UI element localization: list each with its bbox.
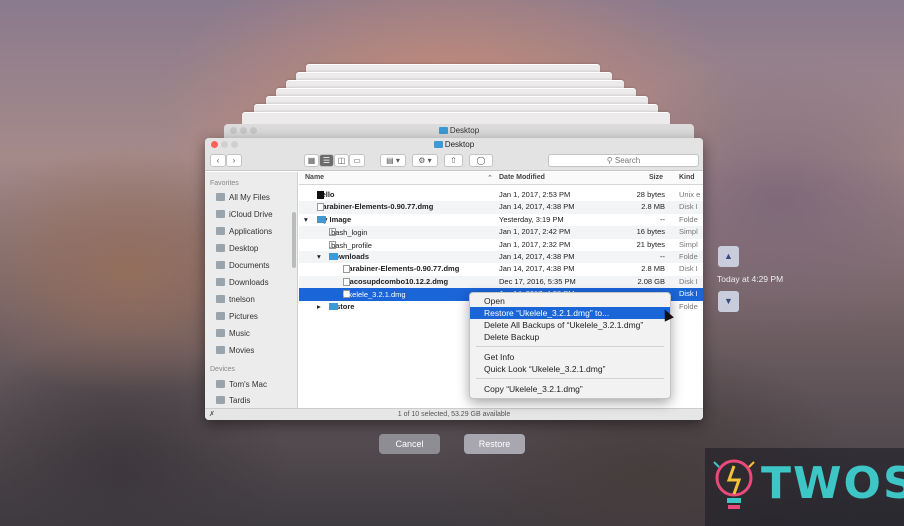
sidebar: Favorites All My Files iCloud Drive Appl… xyxy=(205,172,298,408)
column-header: Name ⌃ Date Modified Size Kind xyxy=(299,172,703,185)
sidebar-item-toms-mac[interactable]: Tom's Mac xyxy=(216,380,267,389)
menu-item-get-info[interactable]: Get Info xyxy=(470,351,670,363)
sidebar-item-applications[interactable]: Applications xyxy=(216,227,272,236)
restore-button[interactable]: Restore xyxy=(464,434,525,454)
search-input[interactable]: ⚲ Search xyxy=(548,154,699,167)
applications-icon xyxy=(216,227,225,235)
column-view-button[interactable]: ◫ xyxy=(334,154,349,167)
minimize-button[interactable] xyxy=(221,141,228,148)
folder-icon xyxy=(329,253,338,260)
toolbar: ‹ › ▦ ☰ ◫ ▭ ▤ ▾ ⚙ ▾ ⇧ ◯ ⚲ Search xyxy=(205,152,703,171)
search-icon: ⚲ xyxy=(606,156,613,165)
arrange-button[interactable]: ▤ ▾ xyxy=(380,154,406,167)
menu-separator xyxy=(476,346,664,347)
table-row[interactable]: macosupdcombo10.12.2.dmg Dec 17, 2016, 5… xyxy=(299,275,703,289)
music-icon xyxy=(216,329,225,337)
cancel-button[interactable]: Cancel xyxy=(379,434,440,454)
disk-icon xyxy=(216,396,225,404)
cover-flow-button[interactable]: ▭ xyxy=(349,154,365,167)
tag-icon[interactable]: ◯ xyxy=(469,154,493,167)
table-row[interactable]: .bash_login Jan 1, 2017, 2:42 PM 16 bytes… xyxy=(299,226,703,239)
timeline-date-label: Today at 4:29 PM xyxy=(717,274,784,284)
icon-view-button[interactable]: ▦ xyxy=(304,154,319,167)
folder-icon xyxy=(433,141,443,148)
back-window-titlebar[interactable]: Desktop xyxy=(224,124,694,138)
sidebar-item-home[interactable]: tnelson xyxy=(216,295,255,304)
cloud-icon xyxy=(216,210,225,218)
disclosure-triangle-icon[interactable]: ▾ xyxy=(304,215,308,224)
forward-nav-button[interactable]: › xyxy=(226,154,242,167)
menu-separator xyxy=(476,378,664,379)
pictures-icon xyxy=(216,312,225,320)
gear-icon[interactable]: ⚙ ▾ xyxy=(412,154,438,167)
sidebar-item-all-my-files[interactable]: All My Files xyxy=(216,193,270,202)
zoom-button[interactable] xyxy=(231,141,238,148)
sidebar-item-downloads[interactable]: Downloads xyxy=(216,278,269,287)
table-row[interactable]: Karabiner-Elements-0.90.77.dmg Jan 14, 2… xyxy=(299,263,703,275)
back-window-title: Desktop xyxy=(449,126,480,135)
menu-item-delete-backup[interactable]: Delete Backup xyxy=(470,331,670,343)
window-title: Desktop xyxy=(444,140,475,149)
files-icon xyxy=(216,193,225,201)
sidebar-item-desktop[interactable]: Desktop xyxy=(216,244,258,253)
share-icon[interactable]: ⇧ xyxy=(444,154,463,167)
sidebar-toggle-icon[interactable]: ✗ xyxy=(209,409,215,420)
sidebar-item-pictures[interactable]: Pictures xyxy=(216,312,258,321)
chevron-up-icon: ▲ xyxy=(724,251,733,261)
back-nav-button[interactable]: ‹ xyxy=(210,154,226,167)
context-menu: Open Restore “Ukelele_3.2.1.dmg” to... D… xyxy=(469,292,671,399)
sidebar-item-music[interactable]: Music xyxy=(216,329,250,338)
folder-icon xyxy=(438,127,448,134)
sidebar-scrollbar[interactable] xyxy=(292,212,296,268)
folder-icon xyxy=(329,302,338,310)
movies-icon xyxy=(216,346,225,354)
home-icon xyxy=(216,295,225,303)
favorites-header: Favorites xyxy=(210,180,239,187)
sidebar-item-documents[interactable]: Documents xyxy=(216,261,269,270)
disk-image-icon xyxy=(343,277,350,286)
window-titlebar: Desktop xyxy=(205,138,703,152)
menu-item-open[interactable]: Open xyxy=(470,295,670,307)
search-placeholder: Search xyxy=(614,156,641,165)
download-icon xyxy=(216,278,225,286)
executable-icon xyxy=(317,191,324,199)
sidebar-item-movies[interactable]: Movies xyxy=(216,346,254,355)
close-button[interactable] xyxy=(211,141,218,148)
disk-image-icon xyxy=(343,265,350,274)
column-size[interactable]: Size xyxy=(649,174,663,181)
table-row[interactable]: ▾ Downloads Jan 14, 2017, 4:38 PM -- Folde xyxy=(299,251,703,264)
folder-icon xyxy=(317,215,326,223)
sort-chevron-icon: ⌃ xyxy=(487,175,493,182)
table-row[interactable]: Karabiner-Elements-0.90.77.dmg Jan 14, 2… xyxy=(299,201,703,214)
column-date[interactable]: Date Modified xyxy=(499,174,545,181)
table-row[interactable]: hello Jan 1, 2017, 2:53 PM 28 bytes Unix e xyxy=(299,189,703,201)
list-view-button[interactable]: ☰ xyxy=(319,154,334,167)
menu-item-delete-all-backups[interactable]: Delete All Backups of “Ukelele_3.2.1.dmg… xyxy=(470,319,670,331)
timeline-down-button[interactable]: ▼ xyxy=(718,291,739,312)
table-row[interactable]: .bash_profile Jan 1, 2017, 2:32 PM 21 byt… xyxy=(299,239,703,251)
watermark: TWOS xyxy=(705,448,904,526)
sidebar-item-icloud-drive[interactable]: iCloud Drive xyxy=(216,210,273,219)
timeline-up-button[interactable]: ▲ xyxy=(718,246,739,267)
chevron-down-icon: ▼ xyxy=(724,296,733,306)
documents-icon xyxy=(216,261,225,269)
lightbulb-logo-icon xyxy=(713,459,755,509)
watermark-text: TWOS xyxy=(761,458,904,509)
sidebar-item-tardis[interactable]: Tardis xyxy=(216,396,250,405)
disk-image-icon xyxy=(317,203,324,212)
column-kind[interactable]: Kind xyxy=(679,174,695,181)
menu-item-copy[interactable]: Copy “Ukelele_3.2.1.dmg” xyxy=(470,383,670,395)
menu-item-quick-look[interactable]: Quick Look “Ukelele_3.2.1.dmg” xyxy=(470,363,670,375)
table-row[interactable]: ▾ My Image Yesterday, 3:19 PM -- Folde xyxy=(299,214,703,226)
devices-header: Devices xyxy=(210,366,235,373)
status-text: 1 of 10 selected, 53.29 GB available xyxy=(397,411,511,418)
disclosure-triangle-icon[interactable]: ▸ xyxy=(317,302,321,311)
backup-stack-layer xyxy=(242,112,670,124)
computer-icon xyxy=(216,380,225,388)
desktop-icon xyxy=(216,244,225,252)
column-name[interactable]: Name xyxy=(305,174,324,181)
status-bar: ✗ 1 of 10 selected, 53.29 GB available xyxy=(205,408,703,420)
menu-item-restore-to[interactable]: Restore “Ukelele_3.2.1.dmg” to... xyxy=(470,307,670,319)
disclosure-triangle-icon[interactable]: ▾ xyxy=(317,252,321,261)
